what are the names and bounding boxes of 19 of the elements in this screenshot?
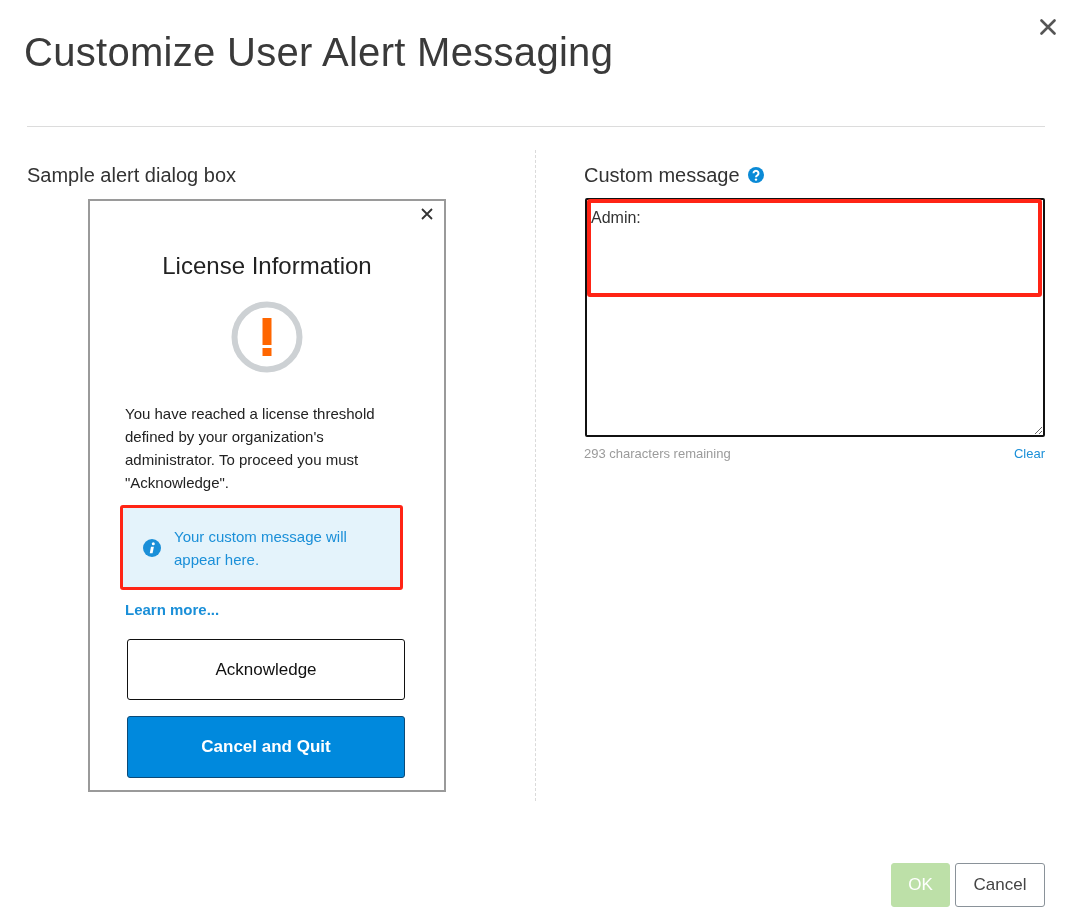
message-field[interactable]: Admin: [585,198,1045,437]
close-icon [1040,19,1056,35]
alert-message: You have reached a license threshold defined by your organization's administrator. To proceed you must "Acknowledge". [125,404,376,493]
close-icon [421,208,433,220]
acknowledge-button[interactable]: Acknowledge [127,639,405,700]
field-label: Custom message [584,163,740,187]
alert-title: License Information [161,251,373,281]
learn-more-link[interactable]: Learn more... [125,600,220,620]
close-button[interactable] [1040,19,1056,35]
section-heading: Sample alert dialog box [27,163,237,187]
cancel-button[interactable]: Cancel [955,863,1045,907]
clear-link[interactable]: Clear [1013,445,1045,463]
notice-text: Your custom message will appear here. [174,526,348,570]
dialog-title: Customize User Alert Messaging [24,29,614,76]
cancel-and-quit-button[interactable]: Cancel and Quit [127,716,405,778]
characters-remaining-text: 293 characters remaining [584,445,731,463]
help-icon[interactable] [747,167,764,183]
info-icon [143,538,161,557]
warning-icon [231,301,303,373]
